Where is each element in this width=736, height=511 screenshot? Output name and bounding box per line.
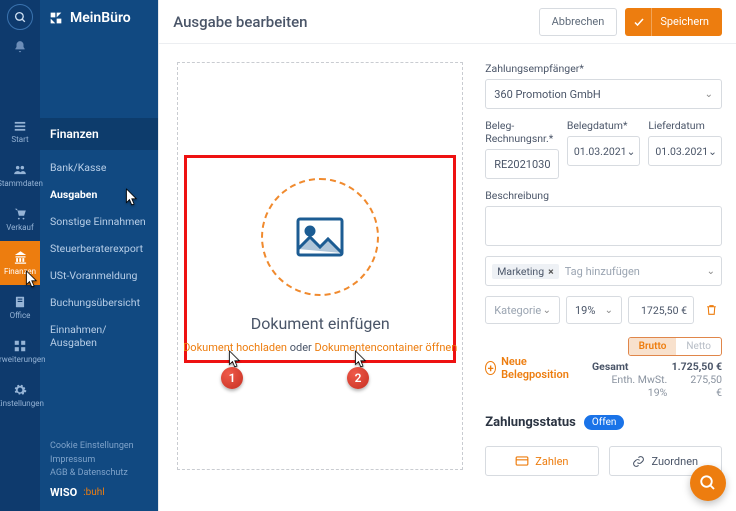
nav-items: Start Stammdaten Verkauf Finanzen Office… (0, 109, 40, 421)
chevron-down-icon: ⌄ (605, 305, 613, 316)
plus-icon: + (485, 361, 496, 375)
nav-stammdaten[interactable]: Stammdaten (0, 153, 40, 197)
global-search-button[interactable] (7, 4, 33, 30)
payee-select[interactable]: 360 Promotion GmbH ⌄ (485, 79, 722, 109)
status-title: Zahlungsstatus (485, 415, 576, 430)
chevron-down-icon: ⌄ (707, 266, 715, 277)
cancel-button[interactable]: Abbrechen (539, 8, 618, 36)
check-icon (626, 8, 652, 36)
footer-agb[interactable]: AGB & Datenschutz (50, 467, 148, 481)
brand: MeinBüro (40, 0, 158, 36)
tags-input[interactable]: Marketing× Tag hinzufügen ⌄ (485, 256, 722, 286)
annotation-badge-1: 1 (221, 367, 243, 389)
footer-brand-buhl: :buhl (83, 485, 105, 500)
category-placeholder: Kategorie (494, 304, 541, 317)
dropzone-links: Dokument hochladen oder Dokumentencontai… (183, 341, 457, 354)
nav-label: Office (10, 311, 31, 320)
sidebar-item-ea[interactable]: Einnahmen/ Ausgaben (40, 316, 158, 356)
nav-label: Erweiterungen (0, 355, 46, 364)
upload-link[interactable]: Dokument hochladen (183, 341, 287, 354)
image-icon (296, 217, 344, 257)
sidebar: MeinBüro Finanzen Bank/Kasse Ausgaben So… (40, 0, 158, 511)
nav-erweiterungen[interactable]: Erweiterungen (0, 329, 40, 373)
document-dropzone[interactable]: Dokument einfügen Dokument hochladen ode… (177, 62, 463, 470)
delete-position-button[interactable] (700, 299, 722, 321)
sidebar-heading: Finanzen (40, 118, 158, 150)
totals: Gesamt1.725,50 € Enth. MwSt. 19%275,50 € (592, 360, 722, 399)
footer-brand-wiso: WISO (50, 485, 77, 502)
nav-einstellungen[interactable]: Einstellungen (0, 373, 40, 417)
footer-impressum[interactable]: Impressum (50, 454, 148, 468)
nav-label: Finanzen (4, 267, 36, 276)
nav-label: Stammdaten (0, 179, 43, 188)
save-button[interactable]: Speichern (625, 8, 722, 36)
nav-verkauf[interactable]: Verkauf (0, 197, 40, 241)
annotation-badge-2: 2 (347, 367, 369, 389)
docdate-label: Belegdatum* (567, 119, 641, 132)
nav-label: Einstellungen (0, 399, 44, 408)
page-title: Ausgabe bearbeiten (173, 13, 538, 31)
topbar: Ausgabe bearbeiten Abbrechen Speichern (159, 0, 736, 44)
open-container-link[interactable]: Dokumentencontainer öffnen (315, 341, 458, 354)
toggle-netto[interactable]: Netto (676, 338, 721, 355)
dropzone-title: Dokument einfügen (251, 314, 390, 333)
sidebar-item-buchung[interactable]: Buchungsübersicht (40, 289, 158, 316)
amount-input[interactable]: 1725,50 € (628, 296, 694, 324)
add-position-button[interactable]: + Neue Belegposition (485, 355, 572, 381)
vat-select[interactable]: 19% ⌄ (566, 296, 622, 324)
chevron-down-icon: ⌄ (705, 89, 713, 100)
iconbar: Start Stammdaten Verkauf Finanzen Office… (0, 0, 40, 511)
nav-label: Start (11, 135, 28, 144)
help-fab[interactable] (690, 465, 726, 501)
sidebar-item-steuer[interactable]: Steuerberaterexport (40, 235, 158, 262)
nav-office[interactable]: Office (0, 285, 40, 329)
nav-label: Verkauf (6, 223, 33, 232)
sidebar-list: Bank/Kasse Ausgaben Sonstige Einnahmen S… (40, 150, 158, 366)
payee-value: 360 Promotion GmbH (494, 88, 601, 101)
dropzone-wrap: Dokument einfügen Dokument hochladen ode… (177, 62, 467, 497)
brutto-netto-toggle[interactable]: Brutto Netto (628, 337, 722, 356)
tag-chip: Marketing× (492, 264, 559, 279)
dropzone-illustration (261, 178, 379, 296)
pay-button[interactable]: Zahlen (485, 446, 598, 476)
brand-name: MeinBüro (70, 10, 131, 26)
brand-logo-icon (48, 10, 64, 26)
footer-cookies[interactable]: Cookie Einstellungen (50, 440, 148, 454)
tag-placeholder: Tag hinzufügen (565, 265, 640, 278)
toggle-brutto[interactable]: Brutto (629, 338, 677, 355)
tag-remove[interactable]: × (548, 265, 554, 278)
sidebar-item-einnahmen[interactable]: Sonstige Einnahmen (40, 208, 158, 235)
form: Zahlungsempfänger* 360 Promotion GmbH ⌄ … (485, 62, 722, 497)
payee-label: Zahlungsempfänger* (485, 62, 722, 75)
deliverydate-label: Lieferdatum (648, 119, 722, 132)
save-label: Speichern (660, 15, 709, 28)
chevron-down-icon: ⌄ (708, 145, 717, 158)
deliverydate-input[interactable]: 01.03.2021⌄ (648, 136, 722, 166)
nav-finanzen[interactable]: Finanzen (0, 241, 40, 285)
content: Dokument einfügen Dokument hochladen ode… (159, 44, 736, 511)
sidebar-item-bank[interactable]: Bank/Kasse (40, 154, 158, 181)
description-input[interactable] (485, 206, 722, 246)
chevron-down-icon: ⌄ (627, 145, 636, 158)
invoice-label: Beleg-Rechnungsnr.* (485, 119, 559, 145)
or-text: oder (287, 341, 315, 354)
invoice-input[interactable] (485, 149, 559, 179)
sidebar-item-ust[interactable]: USt-Voranmeldung (40, 262, 158, 289)
sidebar-item-label: Ausgaben (50, 188, 97, 201)
nav-start[interactable]: Start (0, 109, 40, 153)
sidebar-footer: Cookie Einstellungen Impressum AGB & Dat… (40, 432, 158, 511)
status-badge: Offen (584, 415, 625, 430)
docdate-input[interactable]: 01.03.2021⌄ (567, 136, 641, 166)
category-select[interactable]: Kategorie ⌄ (485, 296, 560, 324)
main: Ausgabe bearbeiten Abbrechen Speichern D… (158, 0, 736, 511)
sidebar-item-ausgaben[interactable]: Ausgaben (40, 181, 158, 208)
chevron-down-icon: ⌄ (543, 305, 551, 316)
description-label: Beschreibung (485, 189, 722, 202)
bell-icon[interactable] (13, 40, 27, 54)
